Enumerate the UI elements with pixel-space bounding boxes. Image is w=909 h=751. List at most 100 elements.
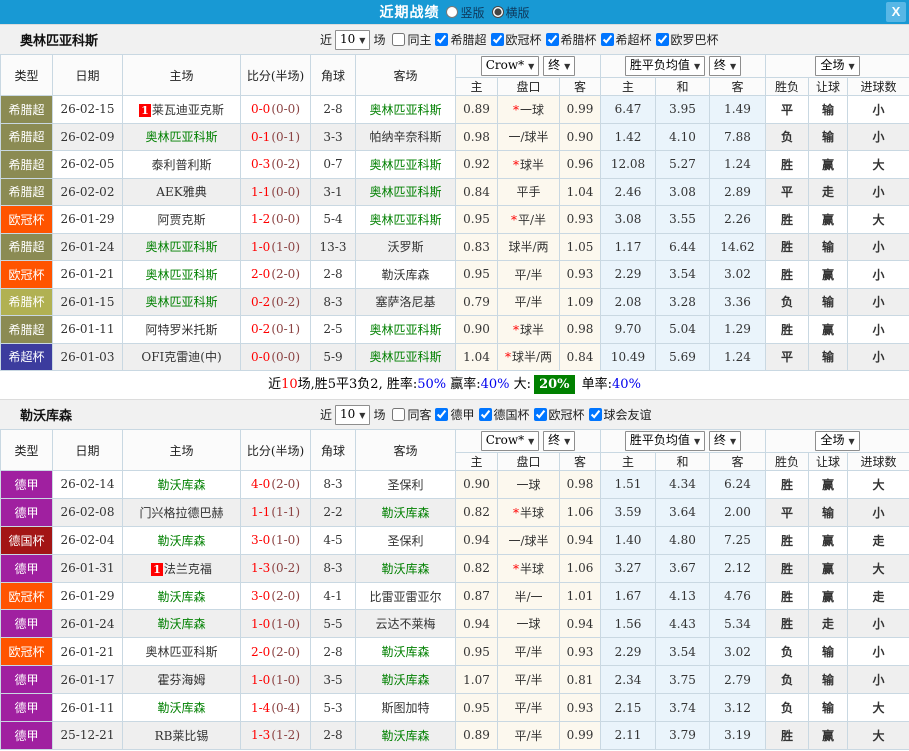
avg-home-odds: 2.15 xyxy=(600,693,656,723)
close-icon[interactable]: X xyxy=(886,2,906,22)
league-filter-checkbox-input[interactable] xyxy=(588,408,602,421)
handicap-line: 一球 xyxy=(497,609,560,639)
away-team: 沃罗斯 xyxy=(355,232,456,261)
result-wdl: 平 xyxy=(765,497,810,527)
col-date: 日期 xyxy=(52,429,123,471)
home-odds: 0.94 xyxy=(455,609,498,639)
league-filter-checkbox-input[interactable] xyxy=(600,33,614,46)
league-filter-checkbox-input[interactable] xyxy=(533,408,547,421)
league-filter-checkbox-input[interactable] xyxy=(490,33,504,46)
rank-badge: 1 xyxy=(139,103,151,117)
league-type-badge: 德甲 xyxy=(0,470,53,499)
odds-time-select[interactable]: 终 ▼ xyxy=(543,431,576,451)
score: 1-0(1-0) xyxy=(240,609,311,639)
match-count-select[interactable]: 10 ▼ xyxy=(335,29,371,50)
result-wdl: 胜 xyxy=(765,581,810,611)
col-avg-draw: 和 xyxy=(655,77,710,96)
result-goals: 大 xyxy=(847,470,909,499)
vertical-layout-radio[interactable]: 竖版 xyxy=(446,4,485,21)
col-goals: 进球数 xyxy=(847,77,909,96)
chevron-down-icon: ▼ xyxy=(729,437,737,446)
away-odds: 0.93 xyxy=(559,637,601,667)
col-let: 让球 xyxy=(808,77,849,96)
result-goals: 小 xyxy=(847,609,909,639)
home-odds: 0.87 xyxy=(455,581,498,611)
away-odds: 1.05 xyxy=(559,232,601,261)
home-odds: 0.84 xyxy=(455,177,498,206)
league-filter-checkbox-input[interactable] xyxy=(655,33,669,46)
corners: 2-8 xyxy=(310,721,356,750)
avg-home-odds: 1.42 xyxy=(600,122,656,151)
home-odds: 1.07 xyxy=(455,665,498,695)
result-wdl: 平 xyxy=(765,177,810,206)
league-type-badge: 希腊超 xyxy=(0,95,53,124)
home-team: 阿贾克斯 xyxy=(122,205,241,234)
home-team: 奥林匹亚科斯 xyxy=(122,232,241,261)
home-odds: 0.83 xyxy=(455,232,498,261)
avg-time-select[interactable]: 终 ▼ xyxy=(708,431,742,451)
avg-home-odds: 10.49 xyxy=(600,342,656,371)
odds-time-select[interactable]: 终 ▼ xyxy=(543,56,576,76)
horizontal-layout-radio[interactable]: 横版 xyxy=(491,4,530,21)
avg-draw-odds: 3.54 xyxy=(655,637,710,667)
league-filter-checkbox[interactable]: 希腊杯 xyxy=(545,31,597,48)
scope-select[interactable]: 全场 ▼ xyxy=(815,431,860,451)
bookmaker-select[interactable]: Crow* ▼ xyxy=(480,56,540,76)
corners: 2-8 xyxy=(310,637,356,667)
away-odds: 1.04 xyxy=(559,177,601,206)
league-filter-label: 希超杯 xyxy=(615,33,652,47)
league-filter-checkbox-input[interactable] xyxy=(435,33,449,46)
col-corner: 角球 xyxy=(310,54,356,96)
league-filter-checkbox[interactable]: 希超杯 xyxy=(600,31,652,48)
league-filter-label: 希腊杯 xyxy=(560,33,597,47)
avg-odds-select[interactable]: 胜平负均值 ▼ xyxy=(624,431,706,451)
home-odds: 0.89 xyxy=(455,721,498,750)
result-handicap: 输 xyxy=(808,232,849,261)
away-odds: 0.99 xyxy=(559,721,601,750)
vertical-radio-input[interactable] xyxy=(446,6,459,18)
result-wdl: 胜 xyxy=(765,150,810,179)
league-filter-checkbox[interactable]: 希腊超 xyxy=(435,31,487,48)
league-filter-checkbox-input[interactable] xyxy=(478,408,492,421)
league-filter-checkbox[interactable]: 欧罗巴杯 xyxy=(655,31,719,48)
result-goals: 大 xyxy=(847,693,909,723)
same-venue-checkbox-input[interactable] xyxy=(392,408,406,421)
same-venue-checkbox-input[interactable] xyxy=(392,33,406,46)
same-venue-checkbox[interactable]: 同客 xyxy=(392,406,431,423)
avg-time-select[interactable]: 终 ▼ xyxy=(708,56,742,76)
col-score: 比分(半场) xyxy=(240,54,311,96)
summary-text: 场,胜5平3负2, 胜率: xyxy=(297,377,418,392)
avg-home-odds: 9.70 xyxy=(600,315,656,344)
league-filter-checkbox[interactable]: 欧冠杯 xyxy=(533,406,585,423)
league-filter-checkbox[interactable]: 球会友谊 xyxy=(588,406,652,423)
home-team: RB莱比锡 xyxy=(122,721,241,750)
away-team: 圣保利 xyxy=(355,470,456,499)
col-odds-away: 客 xyxy=(559,77,601,96)
home-odds: 0.95 xyxy=(455,693,498,723)
match-row: 德甲 26-02-14 勒沃库森 4-0(2-0) 8-3 圣保利 0.90 一球 0.98 1.… xyxy=(0,470,909,499)
home-odds: 0.95 xyxy=(455,205,498,234)
corners: 5-4 xyxy=(310,205,356,234)
horizontal-radio-input[interactable] xyxy=(491,6,504,18)
bookmaker-select[interactable]: Crow* ▼ xyxy=(480,431,540,451)
col-result: 胜负 xyxy=(765,452,810,471)
league-filter-checkbox[interactable]: 德国杯 xyxy=(478,406,530,423)
league-filter-checkbox-input[interactable] xyxy=(545,33,559,46)
result-handicap: 输 xyxy=(808,497,849,527)
avg-away-odds: 2.89 xyxy=(708,177,767,206)
league-filter-checkbox[interactable]: 德甲 xyxy=(435,406,475,423)
match-row: 希腊杯 26-01-15 奥林匹亚科斯 0-2(0-2) 8-3 塞萨洛尼基 0.79 平/半… xyxy=(0,287,909,316)
away-team: 比雷亚雷亚尔 xyxy=(355,581,456,611)
avg-odds-select[interactable]: 胜平负均值 ▼ xyxy=(624,56,706,76)
result-wdl: 胜 xyxy=(765,205,810,234)
league-filter-checkbox-input[interactable] xyxy=(435,408,449,421)
avg-draw-odds: 4.34 xyxy=(655,470,710,499)
handicap-line: 平/半 xyxy=(497,287,560,316)
same-venue-checkbox[interactable]: 同主 xyxy=(392,31,431,48)
scope-select[interactable]: 全场 ▼ xyxy=(815,56,860,76)
result-goals: 小 xyxy=(847,287,909,316)
away-odds: 0.98 xyxy=(559,315,601,344)
team-section: 勒沃库森 近 10 ▼ 场 同客 德甲 德国杯 欧冠杯 球会友谊 类型 日期 主… xyxy=(0,399,909,750)
match-count-select[interactable]: 10 ▼ xyxy=(335,404,371,425)
league-filter-checkbox[interactable]: 欧冠杯 xyxy=(490,31,542,48)
